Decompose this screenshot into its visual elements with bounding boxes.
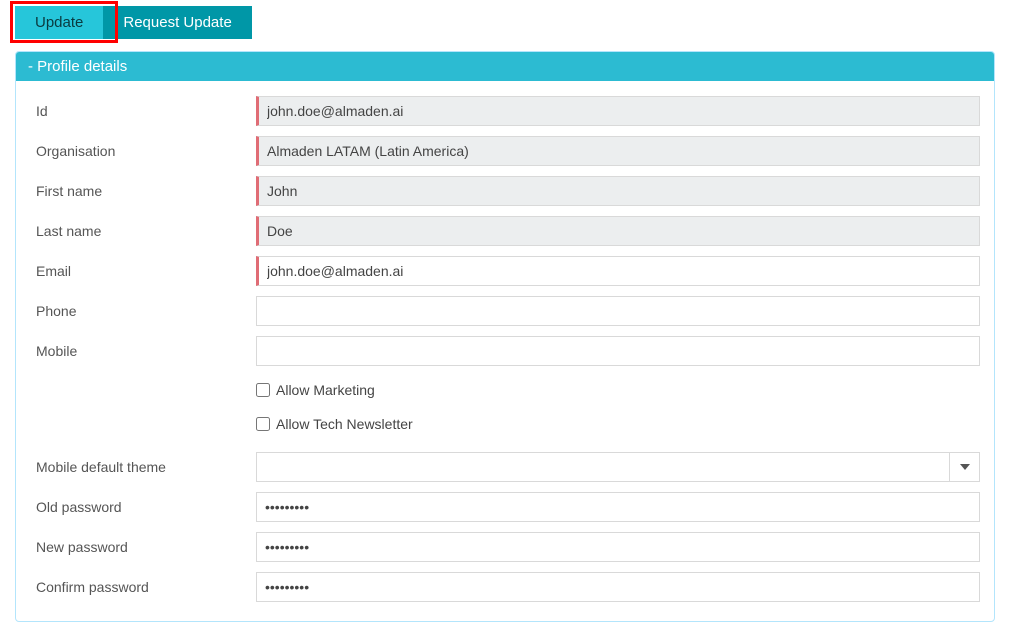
old-password-label: Old password: [30, 499, 256, 515]
first-name-field[interactable]: [256, 176, 980, 206]
new-password-label: New password: [30, 539, 256, 555]
panel-body: Id Organisation First name Last name Ema…: [16, 81, 994, 621]
allow-marketing-checkbox[interactable]: Allow Marketing: [256, 382, 375, 398]
theme-select[interactable]: [256, 452, 980, 482]
theme-value[interactable]: [256, 452, 950, 482]
chevron-down-icon[interactable]: [950, 452, 980, 482]
panel-header[interactable]: Profile details: [16, 52, 994, 81]
first-name-label: First name: [30, 183, 256, 199]
toolbar: Update Request Update: [15, 6, 995, 39]
mobile-label: Mobile: [30, 343, 256, 359]
id-label: Id: [30, 103, 256, 119]
organisation-label: Organisation: [30, 143, 256, 159]
allow-newsletter-checkbox[interactable]: Allow Tech Newsletter: [256, 416, 413, 432]
id-field[interactable]: [256, 96, 980, 126]
request-update-button[interactable]: Request Update: [103, 6, 251, 39]
email-field[interactable]: [256, 256, 980, 286]
allow-marketing-label: Allow Marketing: [276, 382, 375, 398]
phone-field[interactable]: [256, 296, 980, 326]
confirm-password-field[interactable]: [256, 572, 980, 602]
mobile-field[interactable]: [256, 336, 980, 366]
profile-panel: Profile details Id Organisation First na…: [15, 51, 995, 622]
last-name-label: Last name: [30, 223, 256, 239]
confirm-password-label: Confirm password: [30, 579, 256, 595]
phone-label: Phone: [30, 303, 256, 319]
organisation-field[interactable]: [256, 136, 980, 166]
old-password-field[interactable]: [256, 492, 980, 522]
new-password-field[interactable]: [256, 532, 980, 562]
theme-label: Mobile default theme: [30, 459, 256, 475]
email-label: Email: [30, 263, 256, 279]
update-button[interactable]: Update: [15, 6, 103, 39]
last-name-field[interactable]: [256, 216, 980, 246]
allow-newsletter-label: Allow Tech Newsletter: [276, 416, 413, 432]
